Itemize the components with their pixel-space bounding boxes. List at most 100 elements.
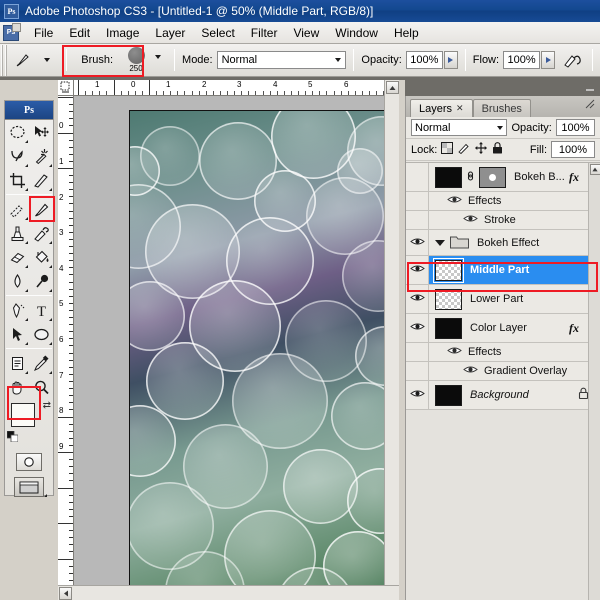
opacity-input[interactable]: 100% bbox=[405, 51, 443, 69]
layer-thumbnail[interactable] bbox=[435, 384, 462, 406]
layer-thumbnail[interactable] bbox=[433, 257, 464, 283]
default-colors-icon[interactable] bbox=[6, 430, 19, 443]
healing-brush-tool[interactable] bbox=[5, 197, 29, 221]
dodge-tool[interactable] bbox=[29, 269, 53, 293]
close-icon[interactable]: ✕ bbox=[456, 103, 464, 114]
layer-effects-icon[interactable]: fx bbox=[569, 170, 579, 185]
layer-effects-row[interactable]: Effects bbox=[406, 192, 600, 211]
lasso-tool[interactable] bbox=[5, 144, 29, 168]
pen-tool[interactable] bbox=[5, 298, 29, 322]
menu-layer[interactable]: Layer bbox=[147, 24, 193, 42]
history-brush-tool[interactable] bbox=[29, 221, 53, 245]
lock-pixels-icon[interactable] bbox=[458, 142, 470, 157]
zoom-tool[interactable] bbox=[29, 375, 53, 399]
effects-visibility-toggle[interactable] bbox=[406, 343, 429, 361]
current-tool-icon[interactable] bbox=[11, 48, 35, 72]
layer-row[interactable]: Lower Part bbox=[406, 285, 600, 314]
menu-help[interactable]: Help bbox=[386, 24, 427, 42]
layer-row[interactable]: Color Layer fx bbox=[406, 314, 600, 343]
crop-tool[interactable] bbox=[5, 168, 29, 192]
tab-layers[interactable]: Layers ✕ bbox=[410, 99, 473, 117]
scroll-left-button[interactable] bbox=[59, 587, 72, 600]
opacity-slider-button[interactable] bbox=[443, 51, 458, 69]
menu-window[interactable]: Window bbox=[327, 24, 386, 42]
path-selection-tool[interactable] bbox=[5, 322, 29, 346]
flow-slider-button[interactable] bbox=[541, 51, 556, 69]
menu-view[interactable]: View bbox=[285, 24, 327, 42]
panel-menu-button[interactable] bbox=[583, 97, 597, 111]
layer-row-middle-part[interactable]: Middle Part bbox=[406, 256, 600, 285]
lock-position-icon[interactable] bbox=[475, 142, 488, 157]
layer-thumbnail[interactable] bbox=[435, 166, 462, 188]
move-tool[interactable] bbox=[29, 120, 53, 144]
layer-effects-row[interactable]: Effects bbox=[406, 343, 600, 362]
layer-row[interactable]: Bokeh B... fx bbox=[406, 163, 600, 192]
tab-brushes[interactable]: Brushes bbox=[472, 99, 531, 117]
hand-tool[interactable] bbox=[5, 375, 29, 399]
layer-effect-row[interactable]: Stroke bbox=[406, 211, 600, 230]
panel-minimize-button[interactable] bbox=[580, 78, 600, 96]
scroll-up-button[interactable] bbox=[386, 81, 399, 94]
foreground-color-swatch[interactable] bbox=[11, 403, 35, 427]
eraser-tool[interactable] bbox=[5, 245, 29, 269]
group-expand-triangle-icon[interactable] bbox=[435, 239, 445, 246]
brush-dropdown-chevron-icon[interactable] bbox=[155, 55, 162, 59]
eyedropper-tool[interactable] bbox=[29, 351, 53, 375]
layers-scroll-up-button[interactable] bbox=[589, 164, 600, 175]
lock-all-icon[interactable] bbox=[492, 142, 503, 157]
airbrush-toggle-button[interactable] bbox=[561, 48, 585, 72]
app-menu-icon[interactable]: Ps bbox=[3, 22, 21, 41]
layer-thumbnail[interactable] bbox=[435, 317, 462, 339]
type-tool[interactable]: T bbox=[29, 298, 53, 322]
brush-tool[interactable] bbox=[29, 197, 53, 221]
effect-visibility-toggle[interactable] bbox=[406, 211, 429, 229]
blur-tool[interactable] bbox=[5, 269, 29, 293]
elliptical-marquee-tool[interactable] bbox=[5, 120, 29, 144]
artboard[interactable] bbox=[129, 110, 391, 600]
eye-on-icon[interactable] bbox=[463, 213, 478, 227]
brush-picker[interactable]: Brush: 250 bbox=[74, 45, 167, 75]
eye-on-icon[interactable] bbox=[463, 364, 478, 378]
layer-link-icon[interactable] bbox=[466, 169, 475, 186]
document-horizontal-scrollbar[interactable] bbox=[58, 585, 399, 600]
layer-thumbnail[interactable] bbox=[435, 288, 462, 310]
ruler-corner[interactable] bbox=[58, 80, 74, 96]
tool-preset-dropdown[interactable] bbox=[35, 48, 59, 72]
eye-on-icon[interactable] bbox=[447, 345, 462, 359]
notes-tool[interactable] bbox=[5, 351, 29, 375]
layer-visibility-toggle[interactable] bbox=[406, 256, 429, 284]
magic-wand-tool[interactable] bbox=[29, 144, 53, 168]
vertical-ruler[interactable]: 0 1 2 3 4 5 6 7 8 9 bbox=[58, 96, 74, 600]
options-bar-grip[interactable] bbox=[1, 44, 10, 76]
effect-visibility-toggle[interactable] bbox=[406, 362, 429, 380]
layer-visibility-toggle[interactable] bbox=[406, 285, 429, 313]
menu-file[interactable]: File bbox=[26, 24, 61, 42]
ellipse-shape-tool[interactable] bbox=[29, 322, 53, 346]
layer-effects-icon[interactable]: fx bbox=[569, 321, 579, 336]
swap-colors-icon[interactable]: ⇄ bbox=[43, 400, 51, 411]
flow-input[interactable]: 100% bbox=[503, 51, 541, 69]
clone-stamp-tool[interactable] bbox=[5, 221, 29, 245]
layer-effect-row[interactable]: Gradient Overlay bbox=[406, 362, 600, 381]
eye-on-icon[interactable] bbox=[447, 194, 462, 208]
horizontal-ruler[interactable]: 1 0 1 2 3 4 5 6 bbox=[74, 80, 399, 96]
screen-mode-button[interactable] bbox=[14, 477, 44, 497]
layers-list[interactable]: Bokeh B... fx Effects Stroke Bokeh Effec… bbox=[406, 162, 600, 600]
layer-visibility-toggle[interactable] bbox=[406, 381, 429, 409]
standard-mode-button[interactable] bbox=[16, 453, 42, 471]
menu-select[interactable]: Select bbox=[193, 24, 242, 42]
layer-blend-mode-select[interactable]: Normal bbox=[411, 119, 508, 136]
slice-tool[interactable] bbox=[29, 168, 53, 192]
layer-mask-thumbnail[interactable] bbox=[479, 166, 506, 188]
layers-list-scrollbar[interactable] bbox=[588, 163, 600, 600]
lock-transparency-icon[interactable] bbox=[441, 142, 454, 157]
layer-group-row[interactable]: Bokeh Effect bbox=[406, 230, 600, 256]
group-visibility-toggle[interactable] bbox=[406, 230, 429, 255]
blend-mode-select[interactable]: Normal bbox=[216, 51, 347, 69]
layer-fill-input[interactable]: 100% bbox=[551, 141, 595, 158]
menu-image[interactable]: Image bbox=[98, 24, 147, 42]
layer-opacity-input[interactable]: 100% bbox=[555, 119, 595, 136]
color-swatches[interactable]: ⇄ bbox=[5, 399, 53, 451]
menu-edit[interactable]: Edit bbox=[61, 24, 98, 42]
brush-preview[interactable]: 250 bbox=[122, 47, 150, 73]
